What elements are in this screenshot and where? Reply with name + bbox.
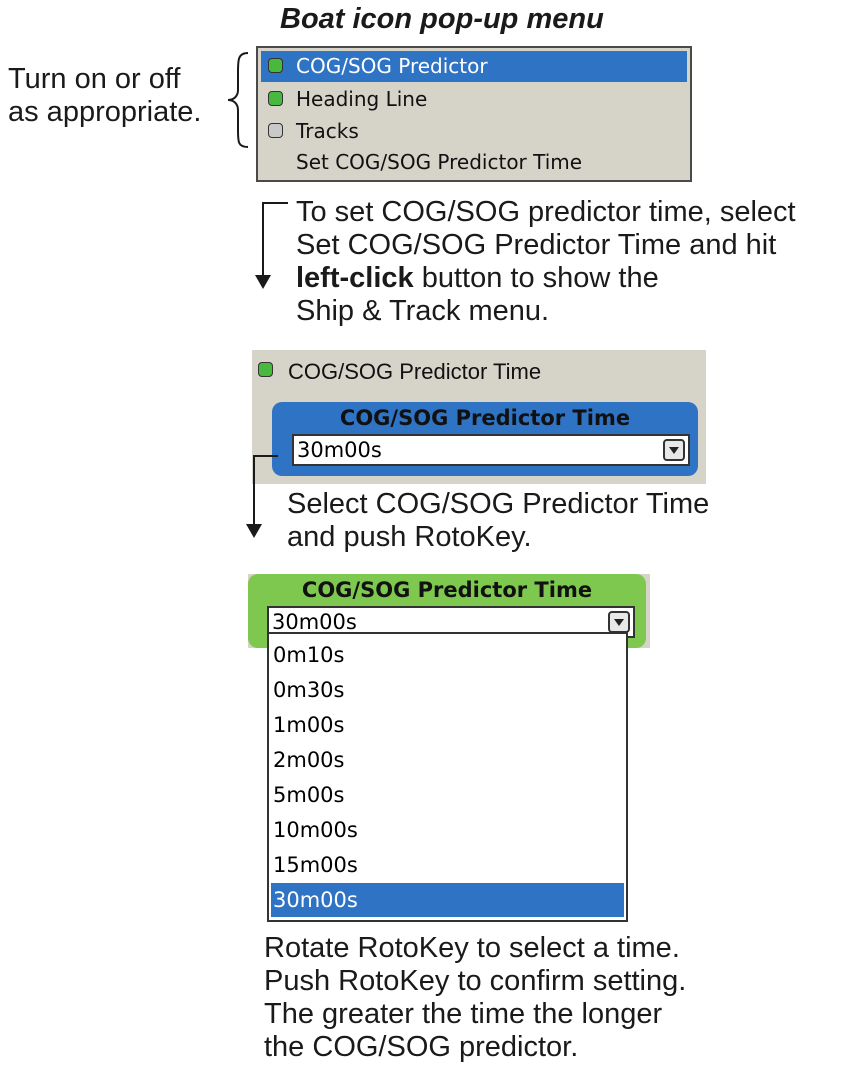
step-2-line-1: Select COG/SOG Predictor Time [287,488,710,520]
step-1-line-2: Set COG/SOG Predictor Time and hit [296,229,777,261]
step-1-instructions: To set COG/SOG predictor time, select Se… [296,196,848,328]
step-3-line-2: Push RotoKey to confirm setting. [264,965,687,997]
menu-item-tracks[interactable]: Tracks [261,116,687,147]
led-on-icon [268,91,283,106]
menu-item-label: Set COG/SOG Predictor Time [296,150,583,174]
step-1-line-4: Ship & Track menu. [296,295,550,327]
chevron-down-icon[interactable] [608,611,630,633]
predictor-time-value: 30m00s [297,438,382,462]
menu-item-label: Tracks [296,119,359,143]
side-note-line-2: as appropriate. [8,96,202,128]
step-1-line-3: left-click button to show the [296,262,848,295]
predictor-time-dropdown-list: 0m10s 0m30s 1m00s 2m00s 5m00s 10m00s 15m… [267,632,628,922]
step-2-instructions: Select COG/SOG Predictor Time and push R… [287,488,807,554]
led-on-icon [268,58,283,73]
dropdown-option[interactable]: 10m00s [271,813,624,847]
dropdown-option-selected[interactable]: 30m00s [271,883,624,917]
dropdown-option[interactable]: 5m00s [271,778,624,812]
step-3-instructions: Rotate RotoKey to select a time. Push Ro… [264,932,824,1064]
arrow-down-icon [246,455,278,538]
menu-item-set-cog-sog-predictor-time[interactable]: Set COG/SOG Predictor Time [261,147,687,178]
ship-track-item[interactable]: COG/SOG Predictor Time [252,350,706,390]
figure-title: Boat icon pop-up menu [280,3,604,35]
dropdown-option[interactable]: 0m30s [271,673,624,707]
step-1-bold-term: left-click [296,262,414,294]
step-2-line-2: and push RotoKey. [287,521,532,553]
ship-track-menu-panel: COG/SOG Predictor Time COG/SOG Predictor… [252,350,706,484]
chevron-down-icon[interactable] [663,439,685,461]
led-off-icon [268,123,283,138]
predictor-time-label: COG/SOG Predictor Time [301,578,593,602]
menu-item-label: COG/SOG Predictor [296,54,488,78]
predictor-time-frame: COG/SOG Predictor Time 30m00s [272,402,698,476]
ship-track-item-label: COG/SOG Predictor Time [288,359,542,384]
predictor-time-label: COG/SOG Predictor Time [339,406,631,430]
dropdown-option[interactable]: 15m00s [271,848,624,882]
predictor-time-combo[interactable]: 30m00s [292,434,690,466]
dropdown-option[interactable]: 1m00s [271,708,624,742]
menu-item-cog-sog-predictor[interactable]: COG/SOG Predictor [261,51,687,82]
dropdown-option[interactable]: 2m00s [271,743,624,777]
step-3-line-3: The greater the time the longer [264,998,663,1030]
brace-icon [227,52,249,148]
step-3-line-4: the COG/SOG predictor. [264,1031,579,1063]
arrow-down-icon [255,202,288,289]
step-1-line-1: To set COG/SOG predictor time, select [296,196,796,228]
step-1-line-3-rest: button to show the [413,262,659,294]
dropdown-option[interactable]: 0m10s [271,638,624,672]
menu-item-heading-line[interactable]: Heading Line [261,84,687,115]
menu-item-label: Heading Line [296,87,428,111]
boat-icon-popup-menu: COG/SOG Predictor Heading Line Tracks Se… [256,46,692,182]
side-note: Turn on or off as appropriate. [8,63,238,129]
side-note-line-1: Turn on or off [8,63,181,95]
step-3-line-1: Rotate RotoKey to select a time. [264,932,680,964]
led-on-icon [258,362,273,377]
